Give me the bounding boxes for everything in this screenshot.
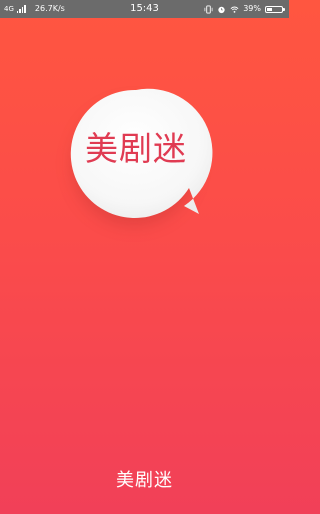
battery-icon — [265, 5, 285, 13]
alarm-icon — [218, 6, 225, 13]
vibrate-icon — [204, 4, 213, 14]
app-logo: 美剧迷 — [66, 88, 218, 240]
app-name-title: 美剧迷 — [116, 470, 173, 491]
logo-text: 美剧迷 — [85, 129, 187, 168]
wifi-icon — [230, 6, 239, 13]
status-bar: 4G 26.7K/s 15:43 39% — [0, 0, 289, 18]
status-bar-right: 39% — [204, 0, 285, 18]
battery-percent: 39% — [243, 4, 261, 13]
battery-fill — [267, 7, 273, 11]
